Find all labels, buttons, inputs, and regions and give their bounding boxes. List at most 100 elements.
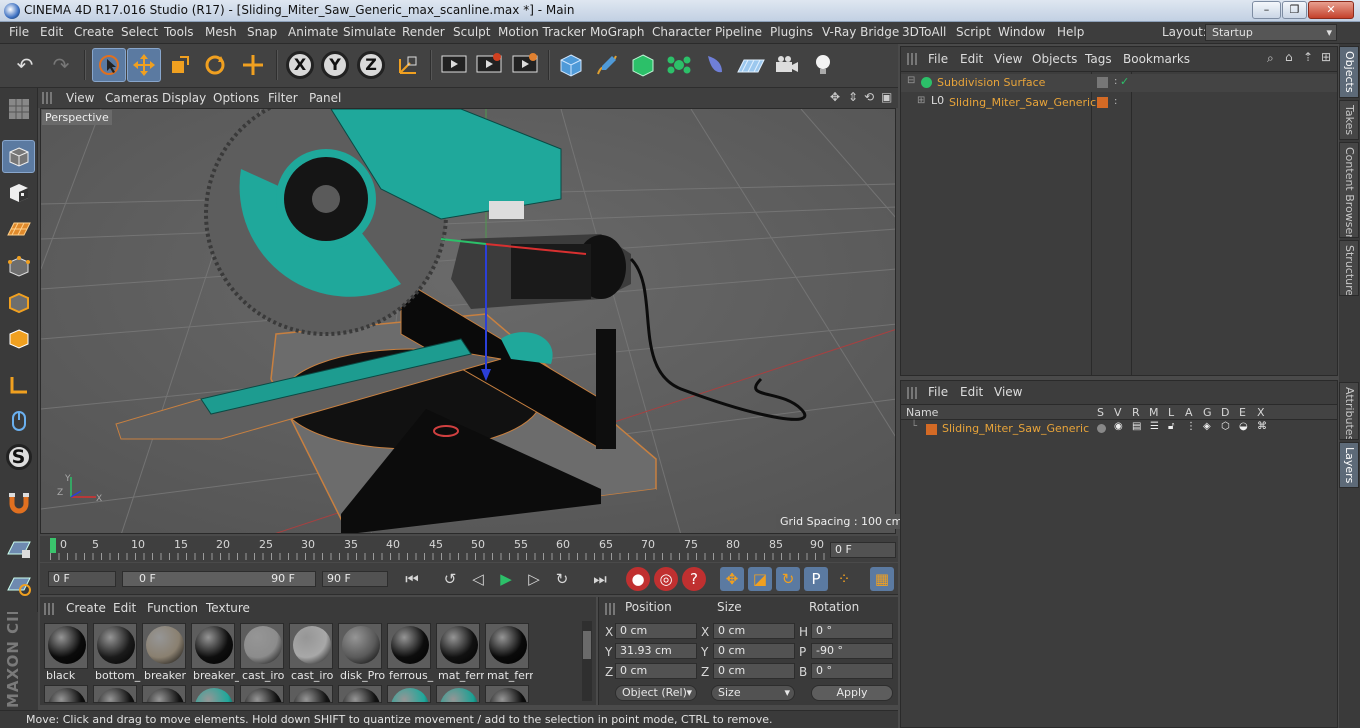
menu-script[interactable]: Script (956, 25, 991, 39)
expression-icon[interactable]: ◒ (1239, 421, 1248, 432)
planar-workplane-icon[interactable] (2, 568, 35, 601)
coordinate-mode-select[interactable]: Object (Rel) ▾ (615, 685, 697, 701)
subdivision-surface-icon[interactable] (626, 48, 660, 82)
layer-color-swatch[interactable] (926, 424, 937, 435)
minimize-button[interactable]: – (1252, 1, 1281, 19)
layer-tag-icon[interactable] (1097, 77, 1108, 88)
menu-sculpt[interactable]: Sculpt (453, 25, 490, 39)
size-mode-select[interactable]: Size ▾ (711, 685, 795, 701)
manager-icon[interactable]: ☰ (1150, 421, 1159, 432)
light-icon[interactable] (806, 48, 840, 82)
start-frame-field[interactable]: 0 F (48, 571, 116, 587)
restore-button[interactable]: ❐ (1282, 1, 1307, 19)
coordinate-system-icon[interactable] (391, 48, 425, 82)
next-key-icon[interactable]: ↻ (550, 567, 574, 591)
menu-render[interactable]: Render (402, 25, 445, 39)
previous-key-icon[interactable]: ↺ (438, 567, 462, 591)
menu-edit[interactable]: Edit (40, 25, 63, 39)
snap-icon[interactable]: S (2, 440, 35, 473)
menu-vray-bridge[interactable]: V-Ray Bridge (822, 25, 899, 39)
workplane-icon[interactable] (2, 212, 35, 245)
menu-window[interactable]: Window (998, 25, 1045, 39)
layer-name[interactable]: Sliding_Miter_Saw_Generic (942, 422, 1089, 435)
menu-pipeline[interactable]: Pipeline (715, 25, 762, 39)
menu-3dtoall[interactable]: 3DToAll (902, 25, 946, 39)
floor-icon[interactable] (734, 48, 768, 82)
object-menu-tags[interactable]: Tags (1085, 52, 1112, 66)
viewport-menu-filter[interactable]: Filter (268, 91, 298, 105)
pos-y-field[interactable]: 31.93 cm (615, 643, 697, 659)
timeline-ruler[interactable]: 0 5 10 15 20 25 30 35 40 45 50 55 60 65 … (40, 536, 898, 562)
column-locked[interactable]: L (1168, 406, 1174, 419)
tab-takes[interactable]: Takes (1339, 100, 1359, 140)
render-picture-viewer-icon[interactable] (472, 48, 506, 82)
viewport-menu-display[interactable]: Display (162, 91, 206, 105)
record-key-icon[interactable]: ● (626, 567, 650, 591)
object-name[interactable]: Subdivision Surface (937, 76, 1045, 89)
autokey-icon[interactable]: ◎ (654, 567, 678, 591)
column-solo[interactable]: S (1097, 406, 1104, 419)
size-x-field[interactable]: 0 cm (713, 623, 795, 639)
viewport-maximize-icon[interactable]: ▣ (881, 90, 892, 104)
material-menu-edit[interactable]: Edit (113, 601, 136, 615)
points-mode-icon[interactable] (2, 250, 35, 283)
menu-file[interactable]: File (9, 25, 29, 39)
render-settings-icon[interactable] (508, 48, 542, 82)
move-tool-icon[interactable] (127, 48, 161, 82)
magnet-icon[interactable] (2, 486, 35, 519)
axis-mode-icon[interactable] (2, 368, 35, 401)
column-animation[interactable]: A (1185, 406, 1193, 419)
pos-z-field[interactable]: 0 cm (615, 663, 697, 679)
scrollbar-thumb[interactable] (583, 631, 591, 659)
menu-mograph[interactable]: MoGraph (590, 25, 645, 39)
object-row[interactable]: ⊞ L0 Sliding_Miter_Saw_Generic : (901, 94, 1337, 112)
up-arrow-icon[interactable]: ⇡ (1303, 50, 1313, 64)
y-axis-lock-icon[interactable]: Y (318, 48, 352, 82)
cloner-icon[interactable] (662, 48, 696, 82)
layer-color-icon[interactable] (1097, 97, 1108, 108)
layer-row[interactable]: └ Sliding_Miter_Saw_Generic ◉ ▤ ☰ 🔓︎ ⋮ ◈… (901, 421, 1337, 437)
rot-b-field[interactable]: 0 ° (811, 663, 893, 679)
material-menu-create[interactable]: Create (66, 601, 106, 615)
cube-icon[interactable] (554, 48, 588, 82)
menu-simulate[interactable]: Simulate (343, 25, 396, 39)
viewport-menu-view[interactable]: View (66, 91, 94, 105)
menu-plugins[interactable]: Plugins (770, 25, 813, 39)
column-render[interactable]: R (1132, 406, 1140, 419)
x-axis-lock-icon[interactable]: X (283, 48, 317, 82)
material-scrollbar[interactable] (582, 621, 592, 701)
new-panel-icon[interactable]: ⊞ (1321, 50, 1331, 64)
deformer-toggle-icon[interactable]: ⬡ (1221, 421, 1230, 432)
viewport-rotate-icon[interactable]: ⟲ (864, 90, 874, 104)
rotate-tool-icon[interactable] (198, 48, 232, 82)
material-swatch[interactable] (191, 623, 235, 669)
material-swatch[interactable] (338, 623, 382, 669)
expand-icon[interactable]: ⊞ (917, 95, 925, 106)
material-swatch[interactable] (44, 685, 88, 703)
material-swatch[interactable] (387, 685, 431, 703)
preview-range-slider[interactable]: 0 F 90 F (122, 571, 316, 587)
next-frame-icon[interactable]: ▷ (522, 567, 546, 591)
home-icon[interactable]: ⌂ (1285, 50, 1293, 64)
tab-content-browser[interactable]: Content Browser (1339, 142, 1359, 238)
close-button[interactable]: ✕ (1308, 1, 1354, 19)
material-swatch[interactable] (485, 623, 529, 669)
material-swatch[interactable] (289, 685, 333, 703)
size-y-field[interactable]: 0 cm (713, 643, 795, 659)
key-point-level-icon[interactable]: ⁘ (832, 567, 856, 591)
viewport-menu-panel[interactable]: Panel (309, 91, 341, 105)
apply-button[interactable]: Apply (811, 685, 893, 701)
material-swatch[interactable] (142, 623, 186, 669)
pos-x-field[interactable]: 0 cm (615, 623, 697, 639)
viewport-move-icon[interactable]: ✥ (830, 90, 840, 104)
keyframe-selection-icon[interactable]: ? (682, 567, 706, 591)
tweak-mode-icon[interactable] (2, 404, 35, 437)
deformer-icon[interactable] (698, 48, 732, 82)
render-view-icon[interactable] (437, 48, 471, 82)
end-frame-field[interactable]: 90 F (322, 571, 388, 587)
object-menu-view[interactable]: View (994, 52, 1022, 66)
object-menu-file[interactable]: File (928, 52, 948, 66)
tab-objects[interactable]: Objects (1339, 46, 1359, 98)
scale-tool-icon[interactable] (163, 48, 197, 82)
playhead[interactable] (50, 538, 56, 553)
